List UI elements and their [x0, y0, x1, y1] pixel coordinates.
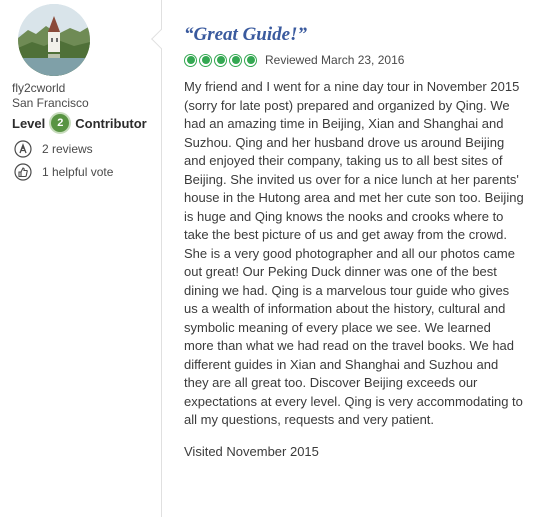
contributor-level: Level 2 Contributor [12, 112, 147, 134]
level-title: Contributor [75, 115, 147, 131]
reviews-count: 2 reviews [42, 142, 93, 156]
rating-bubbles [184, 53, 259, 67]
helpful-votes-row: 1 helpful vote [14, 163, 113, 181]
column-divider [161, 0, 162, 517]
level-badge: 2 [51, 114, 70, 132]
review-body: My friend and I went for a nine day tour… [184, 79, 524, 427]
helpful-votes: 1 helpful vote [42, 165, 114, 179]
pen-icon [14, 140, 32, 158]
reviewer-location: San Francisco [12, 96, 89, 110]
thumbs-up-icon [14, 163, 32, 181]
avatar[interactable] [18, 4, 90, 76]
review-date: Reviewed March 23, 2016 [265, 53, 405, 67]
review-card: “Great Guide!” Reviewed March 23, 2016 M… [184, 24, 532, 459]
reviewer-profile: fly2cworld San Francisco Level 2 Contrib… [0, 0, 160, 517]
rating-bubble-icon [214, 53, 227, 67]
landscape-photo-icon [18, 4, 90, 76]
reviews-count-row: 2 reviews [14, 140, 93, 158]
rating-bubble-icon [184, 53, 197, 67]
reviewer-username[interactable]: fly2cworld [12, 81, 65, 95]
rating-bubble-icon [229, 53, 242, 67]
level-label: Level [12, 115, 46, 131]
rating-bubble-icon [244, 53, 257, 67]
rating-row: Reviewed March 23, 2016 [184, 52, 532, 68]
review-title[interactable]: “Great Guide!” [184, 24, 532, 46]
visited-date: Visited November 2015 [184, 443, 319, 459]
rating-bubble-icon [199, 53, 212, 67]
